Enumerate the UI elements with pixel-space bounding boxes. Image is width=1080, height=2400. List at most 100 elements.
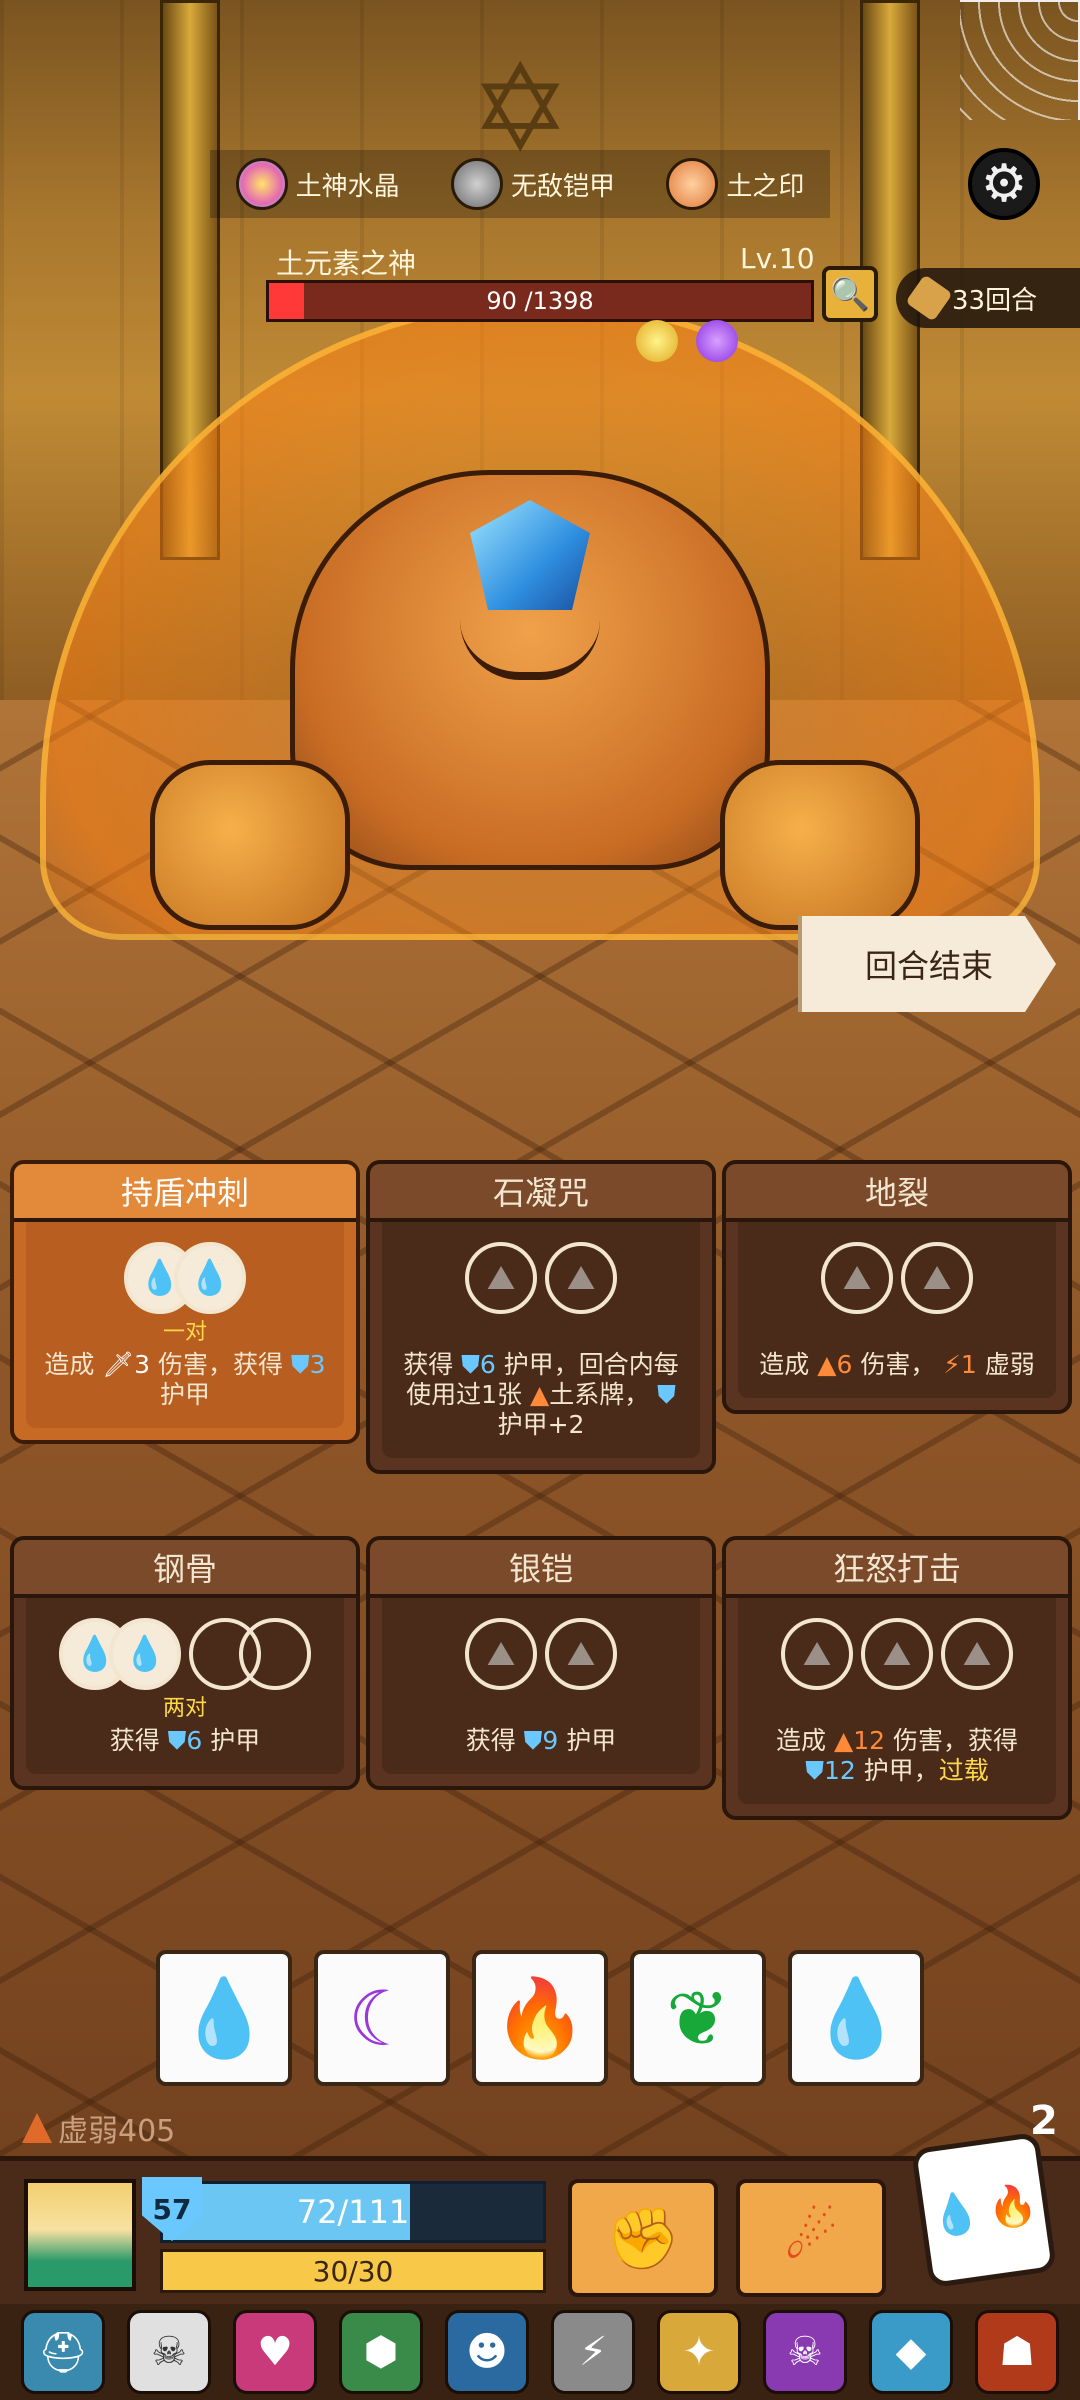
turtle-shell-relic-icon[interactable]: ⬢ xyxy=(339,2310,423,2394)
desc-highlight: ⚡1 xyxy=(943,1350,977,1379)
rock-slot-icon[interactable]: ⛰ xyxy=(821,1242,893,1314)
earth-seal-icon xyxy=(666,158,719,210)
resource-label: 土神水晶 xyxy=(295,171,400,202)
die-leaf[interactable]: ❦ xyxy=(630,1950,766,2086)
earth-crystal-icon xyxy=(235,158,288,210)
resource-earth-crystal[interactable]: 土神水晶 xyxy=(235,158,400,210)
slot-rule xyxy=(738,1690,1056,1720)
player-avatar[interactable] xyxy=(24,2179,136,2291)
card-body: ⛰ ⛰ 获得 ⛊9 护甲 xyxy=(382,1598,700,1774)
rock-slot-icon[interactable]: ⛰ xyxy=(861,1618,933,1690)
gold-buff-icon[interactable] xyxy=(636,320,678,362)
gear-icon: ⚙ xyxy=(980,154,1028,214)
turn-counter: 33回合 xyxy=(896,268,1080,328)
card-stone-spell[interactable]: 石凝咒 ⛰ ⛰ 获得 ⛊6 护甲，回合内每使用过1张 ▲土系牌， ⛊ 护甲+2 xyxy=(366,1160,716,1474)
card-title: 钢骨 xyxy=(14,1540,356,1598)
card-title: 银铠 xyxy=(370,1540,712,1598)
boss-level: Lv.10 xyxy=(740,242,815,275)
desc-text: 土系牌， xyxy=(549,1380,658,1409)
card-body: 💧 💧 一对 造成 🗡3 伤害，获得 ⛊3 护甲 xyxy=(26,1222,344,1428)
weak-debuff[interactable]: 虚弱405 xyxy=(22,2106,175,2150)
die-moon[interactable]: ☾ xyxy=(314,1950,450,2086)
slot-rule xyxy=(738,1314,1056,1344)
rock-slot-icon[interactable]: ⛰ xyxy=(545,1242,617,1314)
bull-skull-relic-icon[interactable]: ☠ xyxy=(127,2310,211,2394)
water-slot-icon[interactable]: 💧 xyxy=(174,1242,246,1314)
card-title: 地裂 xyxy=(726,1164,1068,1222)
desc-text: 护甲 xyxy=(202,1726,261,1755)
desc-highlight: ⛊9 xyxy=(523,1726,559,1755)
card-description: 造成 ▲6 伤害， ⚡1 虚弱 xyxy=(738,1344,1056,1398)
helmet-relic-icon[interactable]: ⛑ xyxy=(21,2310,105,2394)
die-water[interactable]: 💧 xyxy=(156,1950,292,2086)
card-title: 持盾冲刺 xyxy=(14,1164,356,1222)
desc-text: 护甲+2 xyxy=(497,1410,585,1439)
water-drop-icon: 💧 xyxy=(927,2188,984,2241)
rock-slot-icon[interactable]: ⛰ xyxy=(941,1618,1013,1690)
demon-mask-relic-icon[interactable]: ☻ xyxy=(445,2310,529,2394)
desc-text: 伤害，获得 xyxy=(885,1726,1018,1755)
settings-button[interactable]: ⚙ xyxy=(968,148,1040,220)
dice-slots: ⛰ ⛰ ⛰ xyxy=(738,1598,1056,1690)
rock-slot-icon[interactable]: ⛰ xyxy=(465,1242,537,1314)
hooded-figure-relic-icon[interactable]: ☗ xyxy=(975,2310,1059,2394)
purple-debuff-icon[interactable] xyxy=(696,320,738,362)
die-fire[interactable]: 🔥 xyxy=(472,1950,608,2086)
empty-slot-icon[interactable] xyxy=(239,1618,311,1690)
dice-slots: ⛰ ⛰ xyxy=(382,1222,700,1314)
resource-invincible-armor[interactable]: 无敌铠甲 xyxy=(450,158,615,210)
card-silver-armor[interactable]: 银铠 ⛰ ⛰ 获得 ⛊9 护甲 xyxy=(366,1536,716,1790)
fire-icon: 🔥 xyxy=(492,1973,588,2062)
slot-rule xyxy=(382,1314,700,1344)
boss-hp-bar: 90 /1398 xyxy=(266,280,814,322)
card-description: 获得 ⛊6 护甲，回合内每使用过1张 ▲土系牌， ⛊ 护甲+2 xyxy=(382,1344,700,1458)
card-description: 造成 ▲12 伤害，获得 ⛊12 护甲，过载 xyxy=(738,1720,1056,1804)
card-body: ⛰ ⛰ ⛰ 造成 ▲12 伤害，获得 ⛊12 护甲，过载 xyxy=(738,1598,1056,1804)
desc-highlight: 过载 xyxy=(938,1756,989,1785)
card-shield-charge[interactable]: 持盾冲刺 💧 💧 一对 造成 🗡3 伤害，获得 ⛊3 护甲 xyxy=(10,1160,360,1444)
resource-earth-seal[interactable]: 土之印 xyxy=(666,158,804,210)
desc-text: 伤害，获得 xyxy=(150,1350,291,1379)
card-description: 获得 ⛊6 护甲 xyxy=(26,1720,344,1774)
cobweb-icon xyxy=(960,0,1080,120)
rock-slot-icon[interactable]: ⛰ xyxy=(901,1242,973,1314)
slot-rule: 两对 xyxy=(162,1696,207,1721)
card-body: ⛰ ⛰ 造成 ▲6 伤害， ⚡1 虚弱 xyxy=(738,1222,1056,1398)
desc-highlight: ⛊ xyxy=(657,1380,676,1409)
lightning-orb-relic-icon[interactable]: ⚡ xyxy=(551,2310,635,2394)
skill-flame-strike-button[interactable]: ☄ xyxy=(736,2179,886,2297)
desc-text: 虚弱 xyxy=(976,1350,1035,1379)
water-slot-icon[interactable]: 💧 xyxy=(109,1618,181,1690)
skill-spiked-fist-button[interactable]: ✊ xyxy=(568,2179,718,2297)
die-water[interactable]: 💧 xyxy=(788,1950,924,2086)
relic-summary-bar: 土神水晶 无敌铠甲 土之印 xyxy=(210,150,830,218)
totem-mask-relic-icon[interactable]: ✦ xyxy=(657,2310,741,2394)
rock-slot-icon[interactable]: ⛰ xyxy=(781,1618,853,1690)
desc-highlight: 🗡3 xyxy=(102,1350,151,1379)
crystal-shield-relic-icon[interactable]: ◆ xyxy=(869,2310,953,2394)
player-energy-bar: 30/30 xyxy=(160,2249,546,2293)
boss-name: 土元素之神 xyxy=(276,247,417,280)
card-description: 获得 ⛊9 护甲 xyxy=(382,1720,700,1774)
desc-text: 护甲 xyxy=(159,1380,210,1409)
desc-text: 获得 xyxy=(465,1726,524,1755)
end-turn-button[interactable]: 回合结束 xyxy=(798,916,1056,1012)
player-energy-text: 30/30 xyxy=(312,2254,394,2288)
rock-slot-icon[interactable]: ⛰ xyxy=(545,1618,617,1690)
inspect-boss-button[interactable]: 🔍 xyxy=(822,266,878,322)
skull-book-relic-icon[interactable]: ☠ xyxy=(763,2310,847,2394)
relics-bar: ⛑ ☠ ♥ ⬢ ☻ ⚡ ✦ ☠ ◆ ☗ xyxy=(0,2304,1080,2400)
desc-highlight: ▲6 xyxy=(817,1350,853,1379)
invincible-armor-icon xyxy=(450,158,503,210)
roll-dice-button[interactable]: 💧 🔥 xyxy=(910,2131,1058,2289)
card-steel-bone[interactable]: 钢骨 💧 💧 两对 获得 ⛊6 护甲 xyxy=(10,1536,360,1790)
card-body: 💧 💧 两对 获得 ⛊6 护甲 xyxy=(26,1598,344,1774)
heart-relic-icon[interactable]: ♥ xyxy=(233,2310,317,2394)
dice-remaining-count: 2 xyxy=(1030,2098,1058,2144)
rock-slot-icon[interactable]: ⛰ xyxy=(465,1618,537,1690)
player-hp-text: 72/111 xyxy=(296,2193,410,2231)
desc-text: 获得 xyxy=(403,1350,462,1379)
desc-text: 造成 xyxy=(759,1350,818,1379)
card-rage-strike[interactable]: 狂怒打击 ⛰ ⛰ ⛰ 造成 ▲12 伤害，获得 ⛊12 护甲，过载 xyxy=(722,1536,1072,1820)
card-earth-rift[interactable]: 地裂 ⛰ ⛰ 造成 ▲6 伤害， ⚡1 虚弱 xyxy=(722,1160,1072,1414)
